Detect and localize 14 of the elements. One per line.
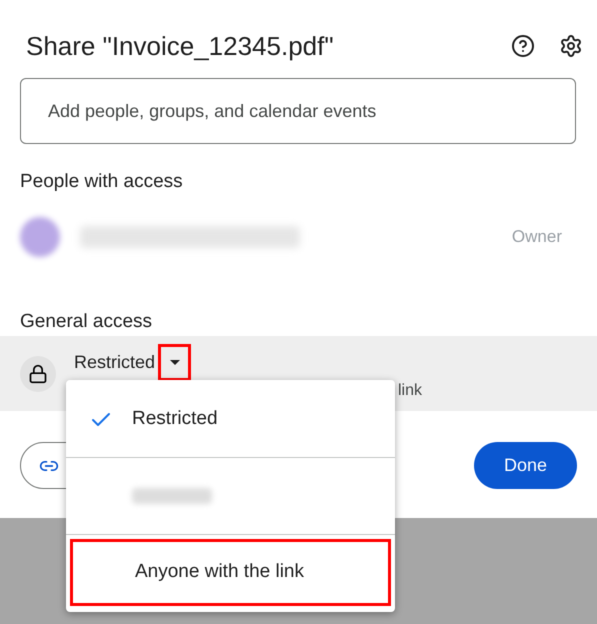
add-people-field[interactable]: Add people, groups, and calendar events: [20, 78, 576, 144]
role-label: Owner: [512, 226, 562, 248]
menu-item[interactable]: Anyone with the link: [70, 538, 391, 606]
section-heading: People with access: [20, 170, 184, 194]
help-icon[interactable]: [511, 34, 535, 58]
settings-icon[interactable]: [559, 34, 583, 58]
menu-item[interactable]: Restricted: [70, 386, 391, 454]
done-button[interactable]: Done: [474, 442, 577, 489]
section-heading: General access: [20, 310, 154, 334]
dialog-title: Share "Invoice_12345.pdf": [26, 30, 335, 62]
access-value: Restricted: [74, 351, 156, 374]
avatar: [20, 216, 60, 256]
access-description: link: [398, 381, 422, 401]
lock-icon: [20, 356, 56, 392]
